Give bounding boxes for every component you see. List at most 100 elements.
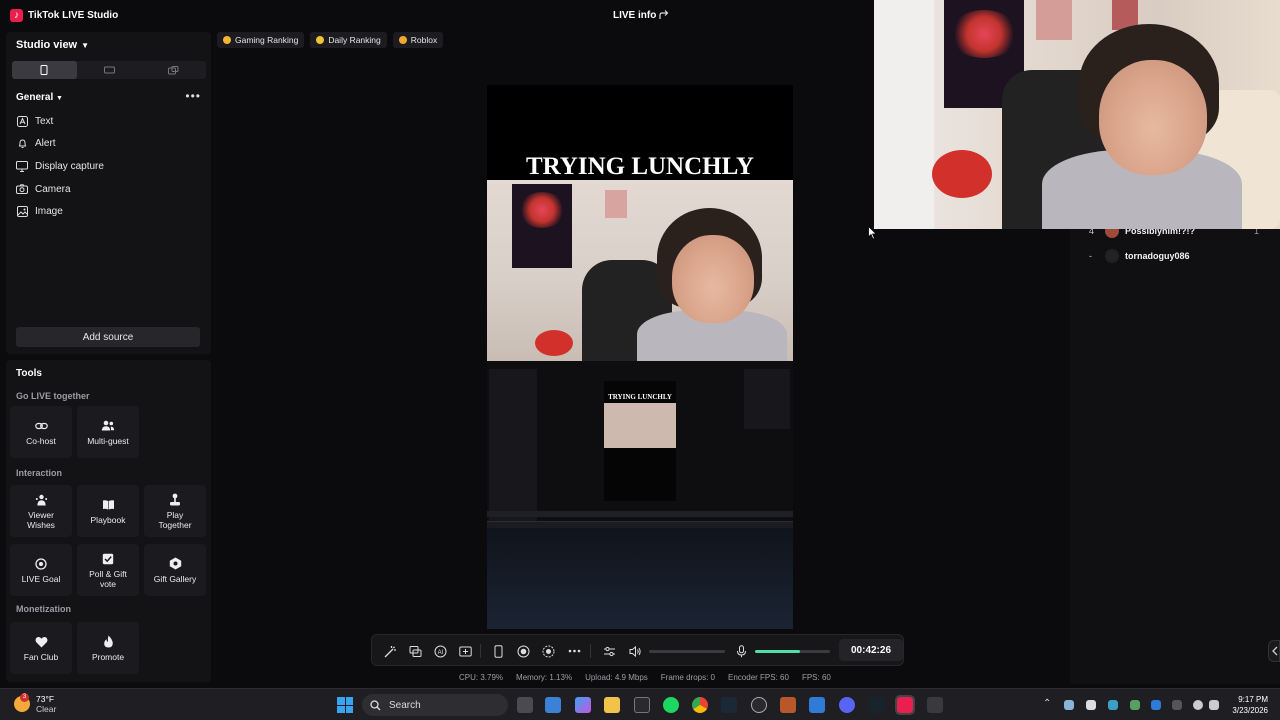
spotify-icon[interactable] (663, 697, 679, 713)
overlay-title-text: TRYING LUNCHLY (525, 153, 755, 180)
landscape-mode-button[interactable] (77, 61, 142, 79)
taskbar-search[interactable]: Search (362, 694, 508, 716)
weather-widget[interactable]: 3 73°F Clear (14, 693, 57, 714)
people-icon (101, 419, 115, 433)
record-icon[interactable] (516, 644, 530, 658)
obs-icon[interactable] (751, 697, 767, 713)
file-explorer-icon[interactable] (604, 697, 620, 713)
gift-gallery-button[interactable]: Gift Gallery (144, 544, 206, 596)
viewer-wishes-button[interactable]: Viewer Wishes (10, 485, 72, 537)
target-icon (34, 557, 48, 571)
roblox-tab[interactable]: Roblox (392, 32, 444, 48)
live-info-button[interactable]: LIVE info (613, 10, 656, 21)
multiguest-button[interactable]: Multi-guest (77, 406, 139, 458)
bluetooth-icon[interactable] (1151, 700, 1161, 710)
speaker-icon[interactable] (628, 644, 642, 658)
tray-capcut-icon[interactable] (1086, 700, 1096, 710)
cohost-button[interactable]: Co-host (10, 406, 72, 458)
nested-left-panel (489, 369, 537, 525)
source-item-image[interactable]: Image (16, 200, 104, 223)
speaker-volume-slider[interactable] (649, 650, 725, 653)
system-clock[interactable]: 9:17 PM 3/23/2026 (1228, 694, 1268, 716)
mic-volume-slider[interactable] (755, 650, 830, 653)
tray-app-icon[interactable] (1108, 700, 1118, 710)
general-scene-dropdown[interactable]: General ▼ (16, 92, 63, 103)
tiktok-live-studio-icon[interactable] (895, 695, 915, 715)
tray-nvidia-icon[interactable] (1130, 700, 1140, 710)
source-item-label: Image (35, 206, 63, 218)
task-view-icon[interactable] (517, 697, 533, 713)
avatar (1105, 249, 1119, 263)
bell-icon (16, 138, 28, 150)
weather-condition: Clear (36, 704, 57, 714)
magic-wand-icon[interactable] (383, 644, 397, 658)
effects-icon[interactable] (408, 644, 422, 658)
add-source-button[interactable]: Add source (16, 327, 200, 347)
person-face (1099, 60, 1207, 175)
live-goal-button[interactable]: LIVE Goal (10, 544, 72, 596)
source-item-camera[interactable]: Camera (16, 178, 104, 201)
settings-sliders-icon[interactable] (602, 644, 616, 658)
playbook-button[interactable]: Playbook (77, 485, 139, 537)
epic-games-icon[interactable] (634, 697, 650, 713)
game-icon[interactable] (780, 697, 796, 713)
preview-camera-feed (487, 180, 793, 361)
phone-icon[interactable] (491, 644, 505, 658)
dual-mode-button[interactable] (141, 61, 206, 79)
person-face (672, 235, 754, 323)
more-icon[interactable] (567, 644, 581, 658)
store-icon[interactable] (545, 697, 561, 713)
side-panel-toggle[interactable] (1268, 640, 1280, 662)
promote-button[interactable]: Promote (77, 622, 139, 674)
copilot-icon[interactable] (575, 697, 591, 713)
ai-icon[interactable]: AI (433, 644, 447, 658)
game-launcher-icon[interactable] (927, 697, 943, 713)
clip-icon[interactable] (541, 644, 555, 658)
tray-steam-icon[interactable] (1064, 700, 1074, 710)
volume-icon[interactable] (1209, 700, 1219, 710)
source-item-display-capture[interactable]: Display capture (16, 155, 104, 178)
playbook-label: Playbook (90, 514, 126, 525)
live-preview-canvas[interactable]: TRYING LUNCHLY TRYING LUNCHLY (487, 85, 793, 629)
coin-icon (398, 36, 407, 44)
viewer-row[interactable]: - tornadoguy086 (1089, 249, 1190, 263)
windows-start-icon[interactable] (337, 697, 353, 713)
chevron-left-icon (1272, 646, 1278, 656)
nested-control-bar (487, 511, 793, 517)
chevron-down-icon: ▼ (56, 95, 63, 102)
layout-icon[interactable] (458, 644, 472, 658)
landscape-icon (103, 66, 115, 74)
encoder-fps-stat: Encoder FPS: 60 (728, 673, 789, 682)
portrait-mode-button[interactable] (12, 61, 77, 79)
clock-time: 9:17 PM (1238, 695, 1268, 704)
gift-gallery-icon (168, 557, 182, 571)
studio-view-dropdown[interactable]: Studio view ▼ (16, 39, 89, 51)
microphone-icon[interactable] (734, 644, 748, 658)
more-options-icon[interactable]: ••• (185, 89, 201, 103)
gaming-ranking-tab[interactable]: Gaming Ranking (217, 32, 305, 48)
poll-gift-vote-label: Poll & Gift vote (89, 568, 127, 589)
daily-ranking-tab[interactable]: Daily Ranking (310, 32, 387, 48)
chrome-icon[interactable] (692, 697, 708, 713)
play-together-button[interactable]: Play Together (144, 485, 206, 537)
source-item-text[interactable]: Text (16, 110, 104, 133)
small-poster (605, 190, 627, 218)
webcam-overlay (874, 0, 1280, 229)
interaction-label: Interaction (16, 468, 63, 478)
nested-right-panel (744, 369, 790, 429)
terminal-icon[interactable] (868, 697, 884, 713)
discord-icon[interactable] (839, 697, 855, 713)
steam-icon[interactable] (721, 697, 737, 713)
app-window: ♪ TikTok LIVE Studio LIVE info Studio vi… (0, 0, 1280, 688)
chevron-up-icon[interactable]: ⌃ (1043, 698, 1051, 709)
live-goal-label: LIVE Goal (21, 573, 61, 584)
microphone-tray-icon[interactable] (1172, 700, 1182, 710)
source-item-alert[interactable]: Alert (16, 133, 104, 156)
wifi-icon[interactable] (1193, 700, 1203, 710)
fan-club-button[interactable]: Fan Club (10, 622, 72, 674)
app-window-icon[interactable] (809, 697, 825, 713)
cohost-label: Co-host (26, 435, 56, 446)
nested-overlay-title: TRYING LUNCHLY (608, 393, 672, 401)
share-icon[interactable] (658, 9, 670, 21)
poll-gift-vote-button[interactable]: Poll & Gift vote (77, 544, 139, 596)
